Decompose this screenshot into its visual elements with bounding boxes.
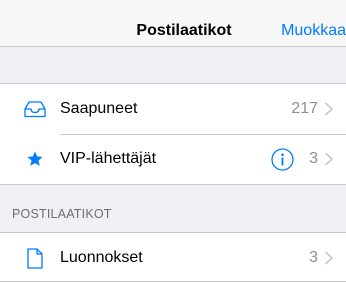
top-spacer — [0, 47, 346, 83]
mailboxes-group: Saapuneet 217 VIP-lähettäjät 3 — [0, 83, 346, 185]
chevron-right-icon — [322, 102, 336, 116]
chevron-right-icon — [322, 152, 336, 166]
navigation-bar: Postilaatikot Muokkaa — [0, 0, 346, 47]
document-icon — [24, 247, 46, 269]
folder-label: Luonnokset — [60, 249, 143, 266]
chevron-right-icon — [322, 251, 336, 265]
mailbox-row-vip[interactable]: VIP-lähettäjät 3 — [0, 134, 346, 184]
mailbox-row-inbox[interactable]: Saapuneet 217 — [0, 84, 346, 134]
section-header: POSTILAATIKOT — [12, 207, 112, 221]
star-icon — [24, 149, 46, 169]
unread-count: 3 — [309, 150, 318, 167]
edit-button[interactable]: Muokkaa — [281, 0, 346, 47]
mailbox-label: VIP-lähettäjät — [60, 150, 157, 167]
inbox-tray-icon — [24, 99, 46, 119]
folders-group: Luonnokset 3 — [0, 232, 346, 283]
item-count: 3 — [309, 249, 318, 266]
folder-row-drafts[interactable]: Luonnokset 3 — [0, 233, 346, 283]
info-icon[interactable] — [271, 148, 294, 171]
unread-count: 217 — [291, 100, 318, 117]
mailbox-label: Saapuneet — [60, 100, 138, 117]
